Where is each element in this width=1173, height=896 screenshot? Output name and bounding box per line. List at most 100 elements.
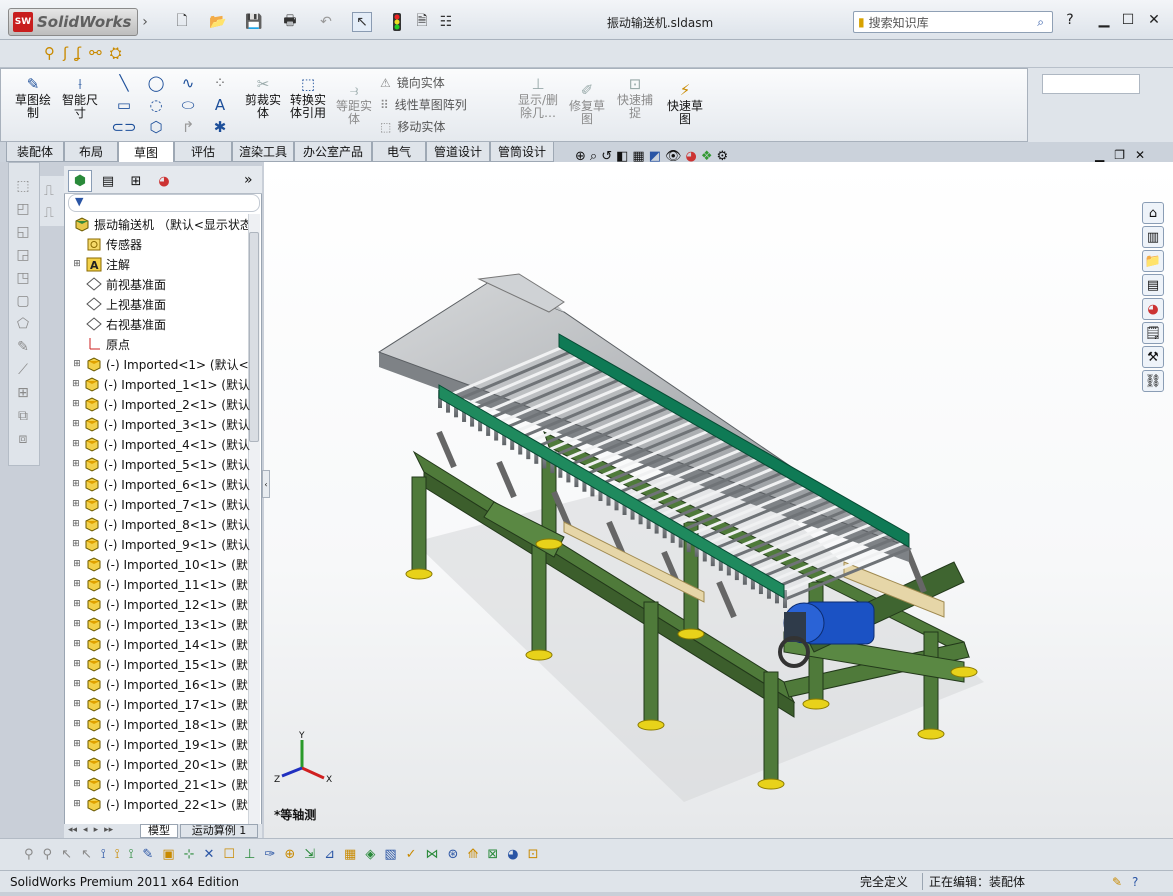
tab-tubing[interactable]: 管筒设计	[490, 142, 554, 162]
offset-entities-button[interactable]: ⥽ 等距实 体	[332, 80, 376, 126]
tab-sketch[interactable]: 草图	[118, 142, 174, 162]
selection-filter-icon[interactable]: ▣	[162, 847, 174, 862]
expand-icon[interactable]: ⊞	[72, 599, 82, 609]
selection-filter-icon[interactable]: ✎	[142, 847, 153, 862]
smart-mates-icon[interactable]: ⚲	[44, 44, 55, 64]
wrap-icon[interactable]: ⬠	[17, 316, 29, 332]
selection-filter-icon[interactable]: ⊿	[324, 847, 335, 862]
selection-filter-icon[interactable]: ◕	[507, 847, 518, 862]
file-properties-icon[interactable]: 🗎	[412, 12, 432, 32]
selection-filter-icon[interactable]: ▦	[344, 847, 356, 862]
appearances-icon[interactable]: ◕	[1142, 298, 1164, 320]
tree-item-part[interactable]: ⊞ (-) Imported_17<1> (默	[72, 694, 250, 714]
tab-scroll-arrows[interactable]: ◂◂ ◂ ▸ ▸▸	[68, 825, 140, 837]
search-knowledge-base-input[interactable]: ▮ 搜索知识库 ⌕	[853, 11, 1053, 33]
slot-icon[interactable]: ⊂⊃	[111, 118, 136, 136]
extrude-icon[interactable]: ⬚	[16, 178, 29, 194]
cut-icon[interactable]: ◳	[16, 270, 29, 286]
text-icon[interactable]: A	[215, 96, 225, 114]
quick-snaps-button[interactable]: ⊡ 快速捕 捉	[612, 74, 658, 120]
linear-pattern-button[interactable]: ⠿ 线性草图阵列	[380, 96, 467, 113]
tree-item-part[interactable]: ⊞ (-) Imported_19<1> (默	[72, 734, 250, 754]
help-icon[interactable]: ?	[1060, 10, 1080, 30]
expand-icon[interactable]: ⊞	[72, 419, 80, 429]
selection-filter-icon[interactable]: ⚲	[24, 847, 34, 862]
sketch-relation-icon[interactable]: ⎍	[44, 180, 54, 202]
wire-icon[interactable]: ⚯	[89, 44, 102, 64]
expand-icon[interactable]: ⊞	[72, 459, 80, 469]
new-document-icon[interactable]: 🗋	[172, 12, 192, 32]
tree-item-part[interactable]: ⊞ (-) Imported_15<1> (默	[72, 654, 250, 674]
expand-icon[interactable]: ⊞	[72, 759, 82, 769]
selection-filter-icon[interactable]: ⇲	[304, 847, 315, 862]
shell-icon[interactable]: ▢	[16, 293, 29, 309]
rapid-sketch-button[interactable]: ⚡ 快速草 图	[662, 80, 708, 126]
expand-icon[interactable]: ⊞	[72, 499, 80, 509]
selection-filter-icon[interactable]: ⊹	[184, 847, 195, 862]
fillet-icon[interactable]: ↱	[182, 118, 195, 136]
tree-root-assembly[interactable]: 振动输送机 （默认<显示状态-	[70, 214, 248, 234]
smart-dimension-button[interactable]: ⟊ 智能尺 寸	[58, 74, 102, 120]
expand-icon[interactable]: ⊞	[72, 799, 82, 809]
curve-icon[interactable]: ✎	[17, 339, 29, 355]
expand-icon[interactable]: ⊞	[72, 619, 82, 629]
property-manager-tab-icon[interactable]: ▤	[96, 170, 120, 192]
tab-render-tools[interactable]: 渲染工具	[232, 142, 294, 162]
tree-item-part[interactable]: ⊞ (-) Imported_3<1> (默认	[72, 414, 250, 434]
expand-icon[interactable]: ⊞	[72, 779, 82, 789]
selection-filter-icon[interactable]: ⟰	[467, 847, 478, 862]
route-pipe-icon[interactable]: ʆ	[76, 44, 81, 64]
status-help-icon[interactable]: ?	[1132, 875, 1138, 889]
expand-panel-icon[interactable]: »	[244, 172, 253, 188]
tab-layout[interactable]: 布局	[64, 142, 118, 162]
trim-entities-button[interactable]: ✂ 剪裁实 体	[242, 74, 284, 120]
tree-item-part[interactable]: ⊞ (-) Imported_14<1> (默	[72, 634, 250, 654]
selection-filter-icon[interactable]: ⋈	[426, 847, 439, 862]
reference-geometry-icon[interactable]: ⟋	[18, 362, 28, 378]
selection-filter-icon[interactable]: ⊛	[448, 847, 459, 862]
solidworks-menu-button[interactable]: SW SolidWorks	[8, 8, 138, 36]
point-icon[interactable]: ✱	[214, 118, 227, 136]
expand-icon[interactable]: ⊞	[72, 639, 82, 649]
tree-item-sensors[interactable]: 传感器	[72, 234, 250, 254]
loft-icon[interactable]: ◲	[16, 247, 29, 263]
custom-properties-icon[interactable]: 🗒	[1142, 322, 1164, 344]
move-entities-button[interactable]: ⬚ 移动实体	[380, 118, 445, 135]
tab-model[interactable]: 模型	[140, 824, 178, 838]
tree-item-part[interactable]: ⊞ (-) Imported_12<1> (默	[72, 594, 250, 614]
tab-motion-study[interactable]: 运动算例 1	[180, 824, 258, 838]
expand-icon[interactable]: ⊞	[72, 259, 82, 269]
line-icon[interactable]: ╲	[119, 74, 128, 92]
tree-item-front-plane[interactable]: 前视基准面	[72, 274, 250, 294]
spline-icon[interactable]: ∿	[182, 74, 195, 92]
expand-icon[interactable]: ⊞	[72, 739, 82, 749]
tree-item-part[interactable]: ⊞ (-) Imported_16<1> (默	[72, 674, 250, 694]
convert-entities-button[interactable]: ⬚ 转换实 体引用	[286, 74, 330, 120]
circle-icon[interactable]: ◯	[148, 74, 165, 92]
selection-filter-icon[interactable]: ⊕	[284, 847, 295, 862]
tree-item-part[interactable]: ⊞ (-) Imported_8<1> (默认	[72, 514, 250, 534]
tree-item-part[interactable]: ⊞ (-) Imported_20<1> (默	[72, 754, 250, 774]
tab-piping[interactable]: 管道设计	[426, 142, 490, 162]
panel-splitter-handle[interactable]: ‹	[262, 470, 270, 498]
tree-item-top-plane[interactable]: 上视基准面	[72, 294, 250, 314]
point-grid-icon[interactable]: ⁘	[214, 74, 227, 92]
pattern-icon[interactable]: ⧉	[18, 408, 28, 424]
rectangle-icon[interactable]: ▭	[117, 96, 131, 114]
tree-item-part[interactable]: ⊞ (-) Imported_4<1> (默认	[72, 434, 250, 454]
expand-icon[interactable]: ⊞	[72, 439, 80, 449]
file-explorer-icon[interactable]: 📁	[1142, 250, 1164, 272]
expand-icon[interactable]: ⊞	[72, 519, 80, 529]
expand-icon[interactable]: ⊞	[72, 579, 82, 589]
tree-item-annotations[interactable]: ⊞ A 注解	[72, 254, 250, 274]
expand-icon[interactable]: ⊞	[72, 539, 80, 549]
feature-tree-filter[interactable]: ▼	[68, 194, 260, 212]
arc-icon[interactable]: ◌	[149, 96, 162, 114]
view-palette-icon[interactable]: ▤	[1142, 274, 1164, 296]
selection-filter-icon[interactable]: ☐	[223, 847, 235, 862]
tree-item-part[interactable]: ⊞ (-) Imported_11<1> (默	[72, 574, 250, 594]
minimize-window-icon[interactable]: ▁	[1094, 10, 1114, 30]
component-icon[interactable]: ⛭	[110, 44, 122, 64]
open-folder-icon[interactable]: 📂	[208, 12, 228, 32]
expand-icon[interactable]: ⊞	[72, 479, 80, 489]
